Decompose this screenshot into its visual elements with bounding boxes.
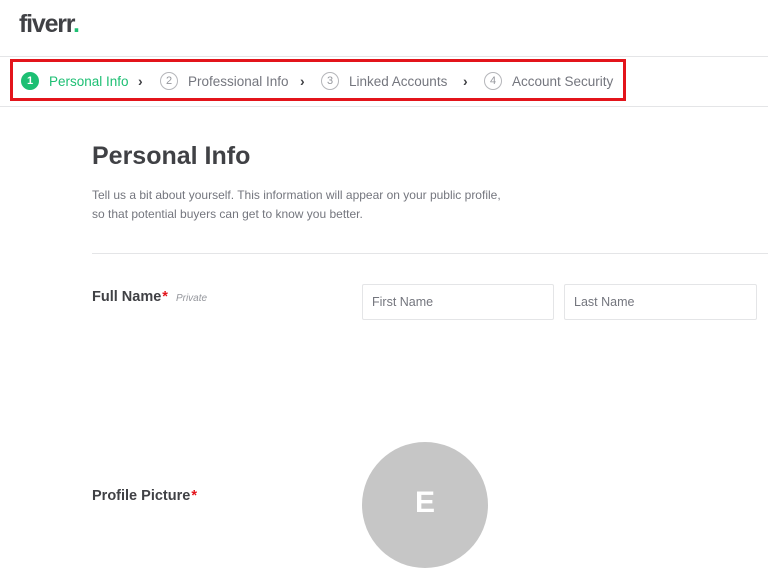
step-label: Linked Accounts xyxy=(349,73,448,89)
logo-dot: . xyxy=(72,10,80,38)
step-label: Account Security xyxy=(512,73,614,89)
fiverr-logo[interactable]: fiverr. xyxy=(19,9,80,39)
step-number-badge: 4 xyxy=(484,72,502,90)
top-header: fiverr. xyxy=(0,0,768,57)
step-number-badge: 1 xyxy=(21,72,39,90)
step-label: Professional Info xyxy=(188,73,289,89)
chevron-right-icon: › xyxy=(138,73,143,89)
last-name-input[interactable] xyxy=(564,284,757,320)
step-personal-info[interactable]: 1 Personal Info xyxy=(21,70,129,92)
page-title: Personal Info xyxy=(92,142,251,170)
section-divider xyxy=(92,253,768,254)
required-asterisk: * xyxy=(162,289,168,305)
field-label-text: Full Name xyxy=(92,289,162,305)
step-number-badge: 2 xyxy=(160,72,178,90)
onboarding-stepper: 1 Personal Info › 2 Professional Info › … xyxy=(0,57,768,107)
avatar-initial: E xyxy=(414,486,435,519)
step-professional-info[interactable]: 2 Professional Info xyxy=(160,70,289,92)
chevron-right-icon: › xyxy=(300,73,305,89)
full-name-label: Full Name* Private xyxy=(92,289,207,305)
page-description: Tell us a bit about yourself. This infor… xyxy=(92,188,501,221)
step-linked-accounts[interactable]: 3 Linked Accounts xyxy=(321,70,447,92)
private-tag: Private xyxy=(175,293,208,304)
chevron-right-icon: › xyxy=(463,73,468,89)
step-label: Personal Info xyxy=(49,73,129,89)
required-asterisk: * xyxy=(191,488,197,504)
step-number-badge: 3 xyxy=(321,72,339,90)
logo-text: fiverr xyxy=(19,10,74,38)
first-name-input[interactable] xyxy=(362,284,554,320)
field-label-text: Profile Picture xyxy=(92,488,191,504)
profile-picture-label: Profile Picture* xyxy=(92,488,197,504)
step-account-security[interactable]: 4 Account Security xyxy=(484,70,613,92)
profile-picture-avatar[interactable]: E xyxy=(362,442,488,568)
